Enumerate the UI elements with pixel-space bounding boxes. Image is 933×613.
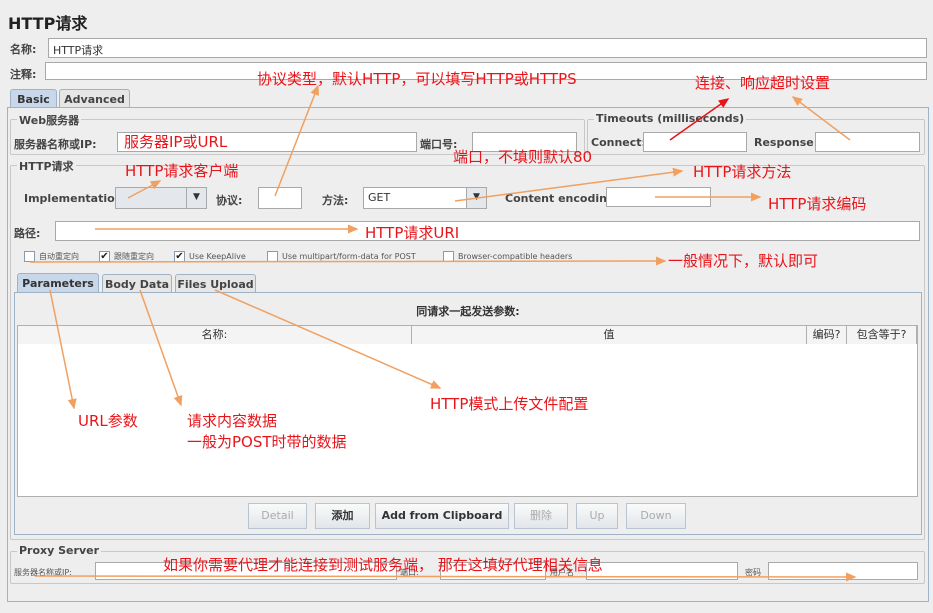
arrow-parameters (49, 289, 77, 410)
annotation-body-2: 一般为POST时带的数据 (187, 433, 347, 451)
arrow-client (127, 180, 162, 199)
arrow-protocol (274, 84, 319, 197)
arrow-response (791, 96, 851, 141)
annotation-port: 端口，不填则默认80 (453, 148, 593, 166)
annotation-files: HTTP模式上传文件配置 (430, 395, 589, 413)
arrow-proxy (34, 572, 857, 582)
annotation-client: HTTP请求客户端 (125, 162, 239, 180)
annotation-method: HTTP请求方法 (693, 163, 792, 181)
annotation-server: 服务器IP或URL (124, 133, 228, 151)
arrow-body-data (139, 289, 183, 407)
arrow-files-upload (214, 289, 442, 389)
arrow-defaults (29, 256, 667, 266)
annotation-proxy: 如果你需要代理才能连接到测试服务端， 那在这填好代理相关信息 (163, 556, 603, 574)
annotation-path: HTTP请求URI (365, 224, 460, 242)
annotation-defaults: 一般情况下，默认即可 (668, 252, 819, 270)
annotation-protocol: 协议类型，默认HTTP，可以填写HTTP或HTTPS (257, 70, 577, 88)
annotation-encoding: HTTP请求编码 (768, 195, 867, 213)
arrow-method (454, 167, 684, 202)
arrow-connect (669, 98, 730, 141)
annotation-body-1: 请求内容数据 (187, 412, 278, 430)
annotation-params: URL参数 (78, 412, 138, 430)
annotation-timeouts: 连接、响应超时设置 (695, 74, 831, 92)
